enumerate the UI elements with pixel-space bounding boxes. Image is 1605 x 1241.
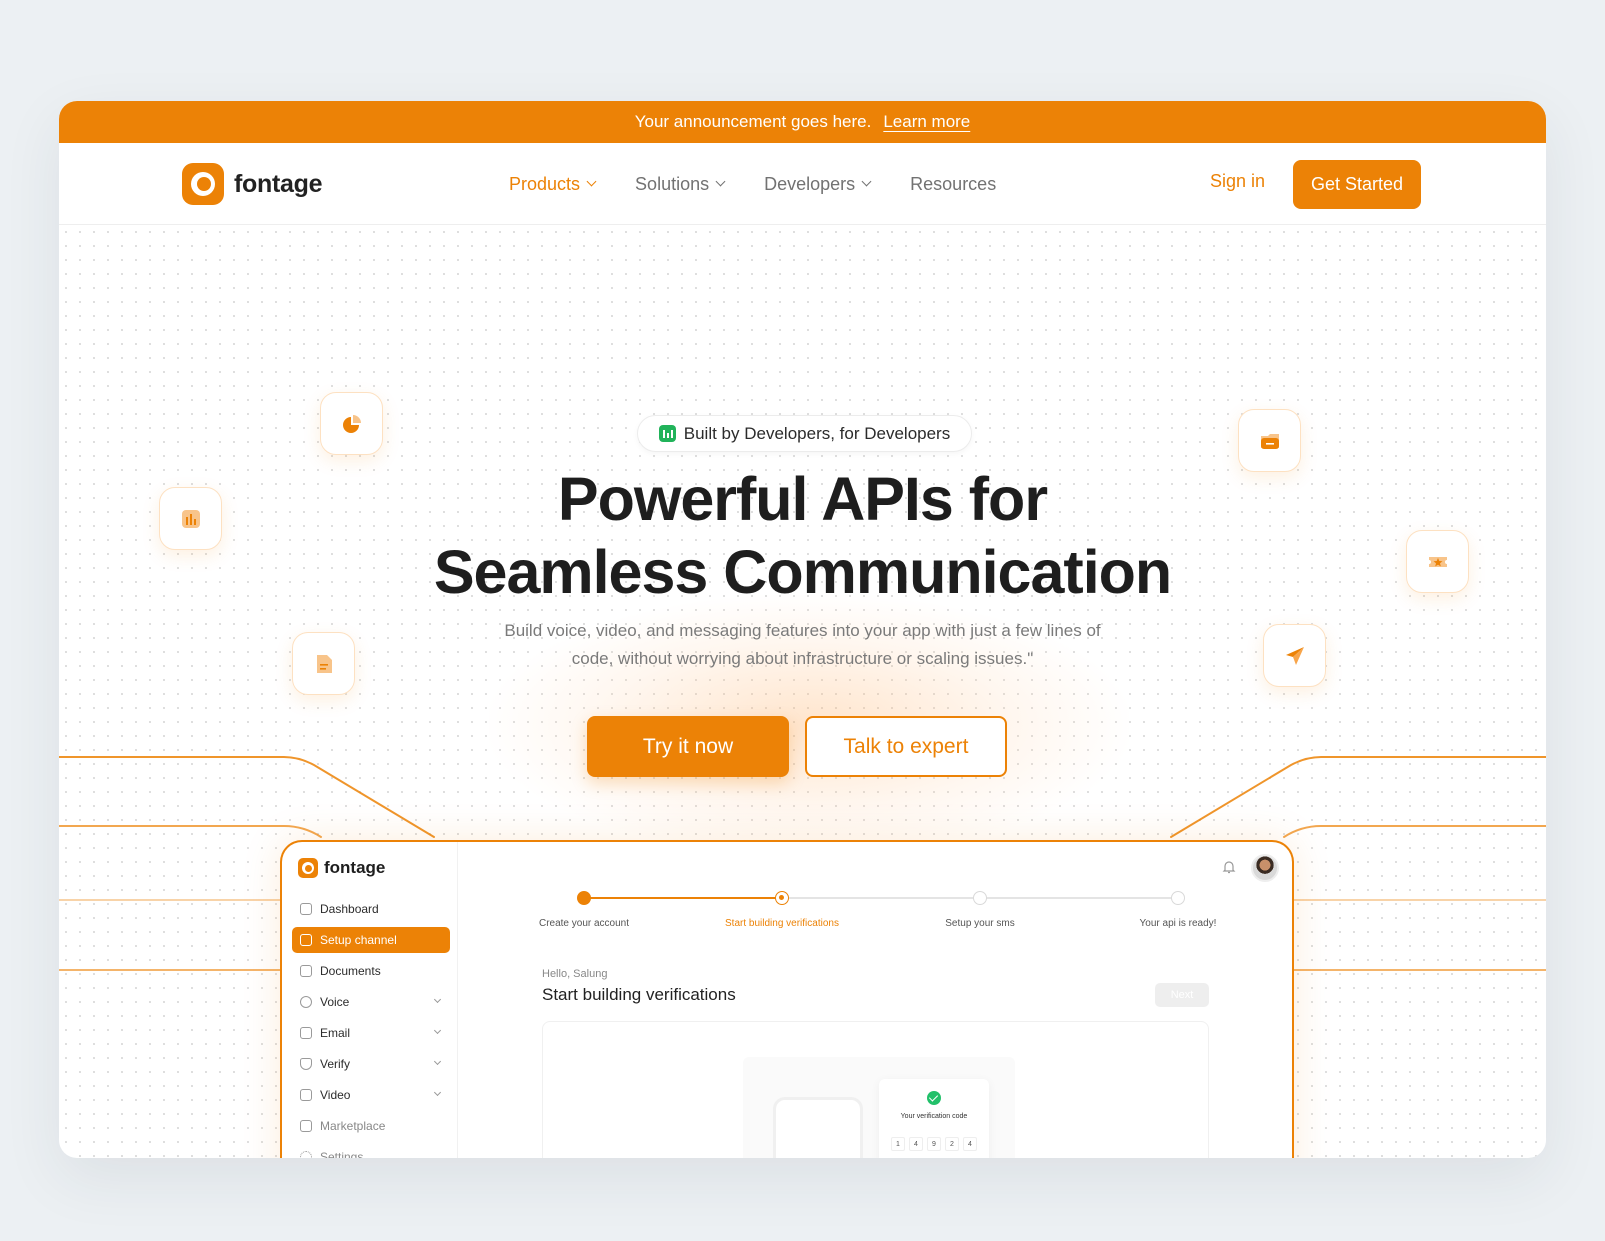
talk-to-expert-button[interactable]: Talk to expert <box>805 716 1007 777</box>
video-icon <box>300 1089 312 1101</box>
brand-logo[interactable]: fontage <box>182 163 322 205</box>
sidebar-item-email[interactable]: Email <box>292 1020 450 1046</box>
step-label-1: Create your account <box>538 918 630 929</box>
nav-resources-label: Resources <box>910 173 997 194</box>
gear-icon <box>300 1151 312 1158</box>
folder-icon <box>1238 409 1301 472</box>
sidebar-item-label: Marketplace <box>320 1119 386 1133</box>
sidebar-item-dashboard[interactable]: Dashboard <box>292 896 450 922</box>
verification-illustration: Your verification code 1 4 9 2 4 <box>743 1057 1015 1158</box>
verification-digits: 1 4 9 2 4 <box>891 1137 977 1151</box>
chevron-down-icon <box>861 176 872 187</box>
step-label-2: Start building verifications <box>725 918 839 929</box>
sidebar-item-voice[interactable]: Voice <box>292 989 450 1015</box>
sidebar-item-marketplace[interactable]: Marketplace <box>292 1113 450 1139</box>
dashboard-sidebar: fontage Dashboard Setup channel Document… <box>282 842 458 1158</box>
nav-developers[interactable]: Developers <box>764 173 872 195</box>
page-frame: Your announcement goes here. Learn more … <box>59 101 1546 1158</box>
sidebar-item-label: Settings <box>320 1150 364 1158</box>
mail-icon <box>300 1027 312 1039</box>
hero-title-line-2: Seamless Communication <box>433 538 1172 606</box>
top-nav: fontage Products Solutions Developers Re… <box>59 143 1546 225</box>
avatar[interactable] <box>1251 854 1279 882</box>
sidebar-item-label: Dashboard <box>320 902 379 916</box>
document-icon <box>292 632 355 695</box>
mic-icon <box>300 996 312 1008</box>
sidebar-item-label: Documents <box>320 964 381 978</box>
dashboard-brand-name: fontage <box>324 858 386 877</box>
bag-icon <box>300 1120 312 1132</box>
dashboard-logo[interactable]: fontage <box>298 858 385 878</box>
verification-card: Your verification code 1 4 9 2 4 <box>542 1021 1209 1158</box>
chevron-down-icon <box>715 176 726 187</box>
nav-solutions[interactable]: Solutions <box>635 173 726 195</box>
chevron-down-icon <box>433 995 442 1004</box>
sign-in-link[interactable]: Sign in <box>1210 171 1265 192</box>
sidebar-item-label: Voice <box>320 995 350 1009</box>
sidebar-item-label: Email <box>320 1026 351 1040</box>
nav-products[interactable]: Products <box>509 173 597 195</box>
sidebar-item-label: Video <box>320 1088 351 1102</box>
main-menu: Products Solutions Developers Resources <box>509 143 996 225</box>
check-icon <box>927 1091 941 1105</box>
sidebar-item-label: Setup channel <box>320 933 397 947</box>
document-icon <box>300 965 312 977</box>
code-digit: 4 <box>963 1137 977 1151</box>
sidebar-item-setup-channel[interactable]: Setup channel <box>292 927 450 953</box>
chevron-down-icon <box>586 176 597 187</box>
step-dot-1 <box>577 891 591 905</box>
dashboard-title: Start building verifications <box>542 985 736 1004</box>
nav-developers-label: Developers <box>764 173 856 194</box>
pie-chart-icon <box>320 392 383 455</box>
code-digit: 9 <box>927 1137 941 1151</box>
hero-title-line-1: Powerful APIs for <box>557 465 1048 533</box>
announcement-bar: Your announcement goes here. Learn more <box>59 101 1546 143</box>
home-icon <box>300 903 312 915</box>
dashboard-preview: fontage Dashboard Setup channel Document… <box>280 840 1294 1158</box>
verification-title: Your verification code <box>900 1113 968 1120</box>
grid-icon <box>300 934 312 946</box>
hero-badge-text: Built by Developers, for Developers <box>683 423 951 443</box>
bar-chart-icon <box>658 425 676 442</box>
code-digit: 2 <box>945 1137 959 1151</box>
nav-products-label: Products <box>509 173 581 194</box>
bell-icon[interactable] <box>1222 860 1236 874</box>
hero-section: Built by Developers, for Developers Powe… <box>59 225 1546 1158</box>
learn-more-link[interactable]: Learn more <box>883 112 970 132</box>
sidebar-item-settings[interactable]: Settings <box>292 1144 450 1158</box>
code-digit: 1 <box>891 1137 905 1151</box>
logo-mark-icon <box>298 858 318 878</box>
get-started-button[interactable]: Get Started <box>1293 160 1421 209</box>
step-dot-2 <box>775 891 789 905</box>
next-button[interactable]: Next <box>1155 983 1209 1007</box>
chevron-down-icon <box>433 1026 442 1035</box>
phone-mockup <box>773 1097 863 1158</box>
code-digit: 4 <box>909 1137 923 1151</box>
step-label-3: Setup your sms <box>945 918 1015 929</box>
bar-chart-icon <box>159 487 222 550</box>
sidebar-item-label: Verify <box>320 1057 351 1071</box>
sidebar-item-documents[interactable]: Documents <box>292 958 450 984</box>
shield-icon <box>300 1058 312 1070</box>
logo-mark-icon <box>182 163 224 205</box>
chevron-down-icon <box>433 1088 442 1097</box>
chevron-down-icon <box>433 1057 442 1066</box>
progress-line-done <box>584 897 780 899</box>
nav-resources[interactable]: Resources <box>910 174 996 195</box>
brand-name: fontage <box>234 169 323 198</box>
ticket-icon <box>1406 530 1469 593</box>
try-it-now-button[interactable]: Try it now <box>587 716 789 777</box>
greeting-text: Hello, Salung <box>542 968 608 980</box>
verification-code-card: Your verification code 1 4 9 2 4 <box>879 1079 989 1158</box>
sidebar-item-video[interactable]: Video <box>292 1082 450 1108</box>
step-label-4: Your api is ready! <box>1139 918 1217 929</box>
step-dot-3 <box>973 891 987 905</box>
hero-badge: Built by Developers, for Developers <box>637 415 972 452</box>
sidebar-item-verify[interactable]: Verify <box>292 1051 450 1077</box>
nav-solutions-label: Solutions <box>635 173 710 194</box>
announcement-text: Your announcement goes here. <box>634 112 872 131</box>
send-icon <box>1263 624 1326 687</box>
step-dot-4 <box>1171 891 1185 905</box>
